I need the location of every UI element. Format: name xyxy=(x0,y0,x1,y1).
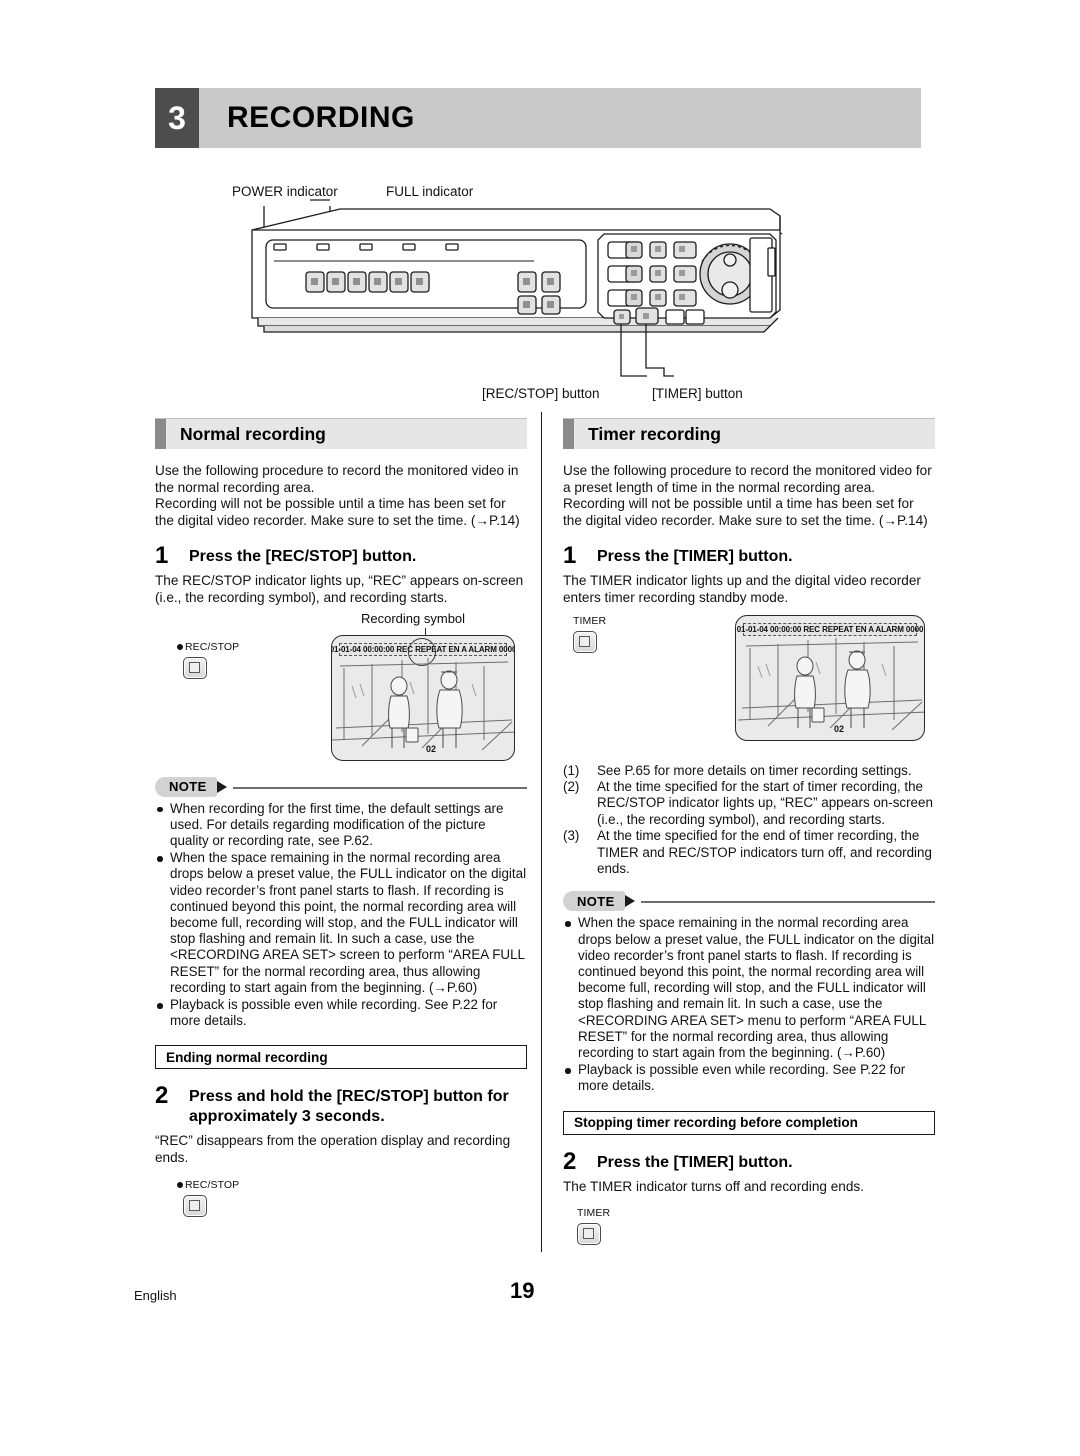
intro-paragraph-1: Use the following procedure to record th… xyxy=(563,463,932,495)
numbered-item-marker: (2) xyxy=(563,778,580,794)
subsection-ending-normal-recording: Ending normal recording xyxy=(155,1045,527,1070)
manual-page: 3 RECORDING POWER indicator FULL indicat… xyxy=(0,0,1080,1456)
step-2-number: 2 xyxy=(563,1147,577,1175)
timer-indicator-label: TIMER xyxy=(573,614,607,627)
callout-timer-button: [TIMER] button xyxy=(652,386,743,401)
note-header: NOTE xyxy=(563,891,935,912)
step-2-body: The TIMER indicator turns off and record… xyxy=(563,1178,864,1194)
rec-stop-button-figure-2: REC/STOP xyxy=(177,1179,527,1217)
step-2-label: Press and hold the [REC/STOP] button for… xyxy=(189,1088,509,1126)
chapter-number: 3 xyxy=(155,88,199,148)
indicator-dot-icon xyxy=(177,1181,183,1188)
rec-stop-indicator-label-2: REC/STOP xyxy=(177,1179,527,1191)
timer-indicator-label-2: TIMER xyxy=(577,1207,611,1220)
intro-paragraph-2: Recording will not be possible until a t… xyxy=(155,496,520,528)
numbered-item-marker: (3) xyxy=(563,828,580,844)
note-arrow-icon xyxy=(625,895,635,908)
section-tab-marker xyxy=(563,419,574,449)
timer-button-figure: TIMER xyxy=(573,615,606,653)
intro-paragraph-2: Recording will not be possible until a t… xyxy=(563,496,928,528)
numbered-item: (1) See P.65 for more details on timer r… xyxy=(563,763,935,779)
note-arrow-icon xyxy=(217,780,227,793)
timer-key-icon-2[interactable] xyxy=(577,1223,601,1246)
rec-stop-button-figure: REC/STOP xyxy=(177,641,239,679)
camera-number: 02 xyxy=(834,723,845,734)
numbered-item-text: See P.65 for more details on timer recor… xyxy=(597,762,912,778)
section-title: Timer recording xyxy=(588,423,721,444)
step-1-illustration: TIMER 01-01-04 00:00:00 REC REPEAT EN A … xyxy=(563,614,935,757)
numbered-item-text: At the time specified for the start of t… xyxy=(597,778,933,827)
note-block-timer: NOTE When the space remaining in the nor… xyxy=(563,891,935,1094)
callout-power-indicator: POWER indicator xyxy=(232,184,338,199)
section-tab-marker xyxy=(155,419,166,449)
timer-button-figure-2: TIMER xyxy=(577,1207,935,1246)
rec-stop-key-icon[interactable] xyxy=(183,656,207,679)
step-2-label: Press the [TIMER] button. xyxy=(597,1153,793,1171)
note-item: Playback is possible even while recordin… xyxy=(155,997,527,1029)
column-normal-recording: Normal recording Use the following proce… xyxy=(155,418,527,1217)
numbered-item: (2) At the time specified for the start … xyxy=(563,779,935,828)
step-1-number: 1 xyxy=(563,542,577,570)
step-2-number: 2 xyxy=(155,1082,169,1110)
note-rule xyxy=(233,786,527,789)
column-divider xyxy=(541,412,542,1252)
intro-paragraph-1: Use the following procedure to record th… xyxy=(155,463,519,495)
note-list: When the space remaining in the normal r… xyxy=(563,915,935,1094)
note-item: Playback is possible even while recordin… xyxy=(563,1062,935,1094)
step-2-body: “REC” disappears from the operation disp… xyxy=(155,1133,511,1165)
scene-illustration xyxy=(737,637,924,730)
footer-page-number: 19 xyxy=(510,1278,535,1303)
note-header: NOTE xyxy=(155,776,527,797)
note-rule xyxy=(641,901,935,904)
camera-number: 02 xyxy=(426,743,437,754)
recording-symbol-label: Recording symbol xyxy=(361,610,466,626)
front-panel-figure: POWER indicator FULL indicator [REC/STOP… xyxy=(222,184,882,406)
note-item: When recording for the first time, the d… xyxy=(155,801,527,850)
step-1-body: The REC/STOP indicator lights up, “REC” … xyxy=(155,573,524,605)
step-2: 2 Press and hold the [REC/STOP] button f… xyxy=(155,1082,527,1127)
footer-language: English xyxy=(134,1288,177,1303)
step-1-illustration: Recording symbol REC/STOP 01-01-04 00:00… xyxy=(155,611,527,763)
indicator-dot-icon xyxy=(177,643,183,650)
chapter-title-bar: RECORDING xyxy=(199,88,921,148)
note-block-normal: NOTE When recording for the first time, … xyxy=(155,776,527,1030)
recorder-illustration xyxy=(251,199,783,377)
timer-key-icon[interactable] xyxy=(573,630,597,653)
page-title: RECORDING xyxy=(227,101,415,134)
callout-rec-stop-button: [REC/STOP] button xyxy=(482,386,600,401)
section-header-timer-recording: Timer recording xyxy=(563,418,935,449)
rec-stop-key-icon-2[interactable] xyxy=(183,1194,207,1217)
step-1-label: Press the [REC/STOP] button. xyxy=(189,548,417,566)
note-badge: NOTE xyxy=(563,891,625,912)
scene-illustration xyxy=(332,657,514,750)
step-1-body: The TIMER indicator lights up and the di… xyxy=(563,573,921,605)
numbered-item-marker: (1) xyxy=(563,762,580,778)
numbered-list: (1) See P.65 for more details on timer r… xyxy=(563,763,935,878)
step-1-label: Press the [TIMER] button. xyxy=(597,548,793,566)
monitor-screen: 01-01-04 00:00:00 REC REPEAT EN A ALARM … xyxy=(331,634,515,761)
numbered-item-text: At the time specified for the end of tim… xyxy=(597,828,932,876)
step-1: 1 Press the [TIMER] button. xyxy=(563,542,935,570)
step-2: 2 Press the [TIMER] button. xyxy=(563,1147,935,1175)
note-item: When the space remaining in the normal r… xyxy=(155,850,527,996)
step-1-number: 1 xyxy=(155,542,169,570)
column-timer-recording: Timer recording Use the following proced… xyxy=(563,418,935,1246)
note-item: When the space remaining in the normal r… xyxy=(563,915,935,1061)
step-1: 1 Press the [REC/STOP] button. xyxy=(155,542,527,570)
chapter-header: 3 RECORDING xyxy=(155,88,921,148)
callout-full-indicator: FULL indicator xyxy=(386,184,474,199)
rec-stop-indicator-label: REC/STOP xyxy=(177,641,239,653)
note-badge: NOTE xyxy=(155,776,217,797)
monitor-screen: 01-01-04 00:00:00 REC REPEAT EN A ALARM … xyxy=(735,614,925,741)
section-title: Normal recording xyxy=(180,423,326,444)
section-header-normal-recording: Normal recording xyxy=(155,418,527,449)
subsection-stopping-timer-recording: Stopping timer recording before completi… xyxy=(563,1110,935,1135)
note-list: When recording for the first time, the d… xyxy=(155,801,527,1030)
numbered-item: (3) At the time specified for the end of… xyxy=(563,828,935,877)
